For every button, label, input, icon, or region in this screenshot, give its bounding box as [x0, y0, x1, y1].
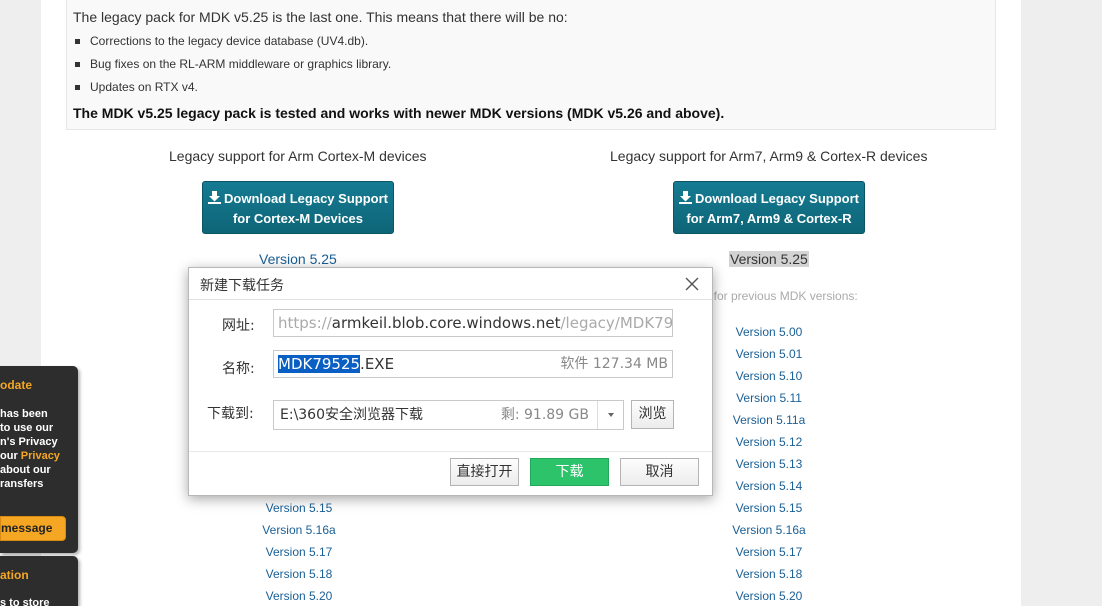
notice-list: Corrections to the legacy device databas…: [73, 32, 391, 101]
destination-path: E:\360安全浏览器下载: [280, 407, 424, 423]
version-link[interactable]: Version 5.15: [727, 497, 811, 519]
button-line2: for Arm7, Arm9 & Cortex-R: [686, 211, 852, 226]
arm7-title: Legacy support for Arm7, Arm9 & Cortex-R…: [610, 148, 928, 164]
cancel-button[interactable]: 取消: [620, 458, 699, 486]
version-link[interactable]: Version 5.11: [727, 387, 811, 409]
notice-bold: The MDK v5.25 legacy pack is tested and …: [73, 105, 725, 121]
close-icon[interactable]: [682, 274, 702, 294]
destination-select[interactable]: E:\360安全浏览器下载 剩: 91.89 GB: [273, 400, 624, 430]
version-link[interactable]: Version 5.12: [727, 431, 811, 453]
filename-selection: MDK79525: [278, 355, 361, 373]
file-size: 软件 127.34 MB: [560, 356, 668, 372]
button-line1: Download Legacy Support: [695, 191, 859, 206]
version-link[interactable]: Version 5.17: [258, 541, 340, 563]
cookie-line: n's Privacy: [0, 436, 58, 448]
version-link[interactable]: Version 5.00: [727, 321, 811, 343]
divider: [189, 451, 712, 452]
version-link[interactable]: Version 5.20: [258, 585, 340, 606]
free-space: 剩: 91.89 GB: [500, 407, 589, 423]
cookie-line: about our: [0, 464, 51, 476]
version-link[interactable]: Version 5.11a: [727, 409, 811, 431]
cookie-line: our Privacy: [0, 450, 60, 462]
filename-field[interactable]: MDK79525.EXE 软件 127.34 MB: [273, 350, 673, 378]
version-link[interactable]: Version 5.20: [727, 585, 811, 606]
version-link[interactable]: Version 5.10: [727, 365, 811, 387]
browse-button[interactable]: 浏览: [631, 400, 674, 429]
version-link[interactable]: Version 5.13: [727, 453, 811, 475]
cookie-line: to use our: [0, 422, 54, 434]
version-link[interactable]: Version 5.17: [727, 541, 811, 563]
previous-versions-label: t for previous MDK versions:: [707, 289, 858, 303]
version-link[interactable]: Version 5.01: [727, 343, 811, 365]
version-link[interactable]: Version 5.14: [727, 475, 811, 497]
destination-label: 下载到:: [207, 406, 254, 422]
cookie-text: has been to use our n's Privacy our Priv…: [0, 407, 60, 491]
cookie-title: odate: [0, 378, 33, 392]
download-cortex-m-button[interactable]: Download Legacy Support for Cortex-M Dev…: [202, 181, 394, 234]
download-arm7-button[interactable]: Download Legacy Support for Arm7, Arm9 &…: [673, 181, 865, 234]
cookie-line: ransfers: [0, 478, 44, 490]
version-link[interactable]: Version 5.16a: [258, 519, 340, 541]
chevron-down-icon: [608, 413, 614, 417]
cookie-line: has been: [0, 408, 48, 420]
legacy-notice: The legacy pack for MDK v5.25 is the las…: [66, 0, 996, 130]
version-link[interactable]: Version 5.16a: [727, 519, 811, 541]
arm7-version-list: Version 5.00 Version 5.01 Version 5.10 V…: [727, 321, 811, 606]
cortex-m-title: Legacy support for Arm Cortex-M devices: [169, 148, 427, 164]
privacy-link[interactable]: Privacy: [21, 450, 60, 462]
open-directly-button[interactable]: 直接打开: [450, 458, 519, 486]
notice-lead: The legacy pack for MDK v5.25 is the las…: [73, 9, 568, 25]
notice-item: Updates on RTX v4.: [73, 78, 391, 101]
button-line2: for Cortex-M Devices: [232, 211, 364, 226]
url-label: 网址:: [222, 318, 255, 334]
version-link[interactable]: Version 5.18: [258, 563, 340, 585]
cookie-message-button[interactable]: message: [0, 516, 66, 541]
cortex-m-version-list: Version 5.15 Version 5.16a Version 5.17 …: [258, 497, 340, 606]
cookie-line: s to store: [0, 597, 50, 606]
cookie-information-panel: ation s to store: [0, 556, 78, 606]
download-icon: [679, 191, 693, 204]
cookie-update-panel: odate has been to use our n's Privacy ou…: [0, 366, 78, 553]
version-link[interactable]: Version 5.18: [727, 563, 811, 585]
url-field[interactable]: https://armkeil.blob.core.windows.net/le…: [273, 309, 673, 337]
notice-item: Corrections to the legacy device databas…: [73, 32, 391, 55]
cortex-m-version-link[interactable]: Version 5.25: [259, 251, 337, 267]
name-label: 名称:: [222, 361, 255, 377]
download-icon: [208, 191, 222, 204]
cookie-title: ation: [0, 568, 29, 582]
notice-item: Bug fixes on the RL-ARM middleware or gr…: [73, 55, 391, 78]
version-link[interactable]: Version 5.15: [258, 497, 340, 519]
download-button[interactable]: 下载: [530, 458, 609, 486]
button-line1: Download Legacy Support: [224, 191, 388, 206]
dialog-titlebar: 新建下载任务: [189, 268, 712, 300]
arm7-version-link[interactable]: Version 5.25: [729, 251, 809, 267]
new-download-dialog: 新建下载任务 网址: https://armkeil.blob.core.win…: [188, 267, 713, 496]
dialog-title: 新建下载任务: [200, 278, 284, 294]
dropdown-arrow[interactable]: [597, 401, 623, 429]
